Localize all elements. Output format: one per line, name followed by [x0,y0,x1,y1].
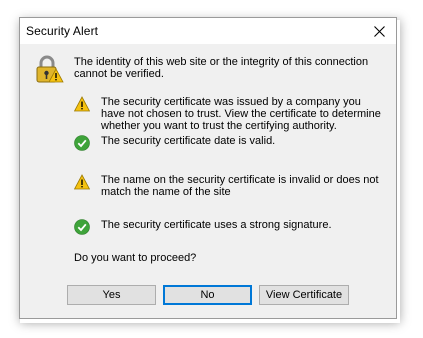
yes-button[interactable]: Yes [67,285,156,305]
security-lock-icon [36,55,64,83]
warning-icon [74,174,90,190]
cert-check-text: The security certificate uses a strong s… [101,219,332,231]
check-icon [74,135,90,151]
view-certificate-button[interactable]: View Certificate [259,285,349,305]
warning-icon [74,96,90,112]
cert-check-text: The security certificate date is valid. [101,135,276,147]
intro-message: The identity of this web site or the int… [74,56,369,80]
title-bar: Security Alert [20,18,396,44]
no-button[interactable]: No [163,285,252,305]
close-icon [373,25,385,37]
security-alert-dialog: Security Alert The identity of this web … [19,17,397,319]
check-icon [74,219,90,235]
cert-check-text: The name on the security certificate is … [101,174,379,198]
window-title: Security Alert [26,24,99,38]
proceed-question: Do you want to proceed? [74,252,197,264]
cert-check-text: The security certificate was issued by a… [101,96,381,132]
close-button[interactable] [362,18,396,44]
